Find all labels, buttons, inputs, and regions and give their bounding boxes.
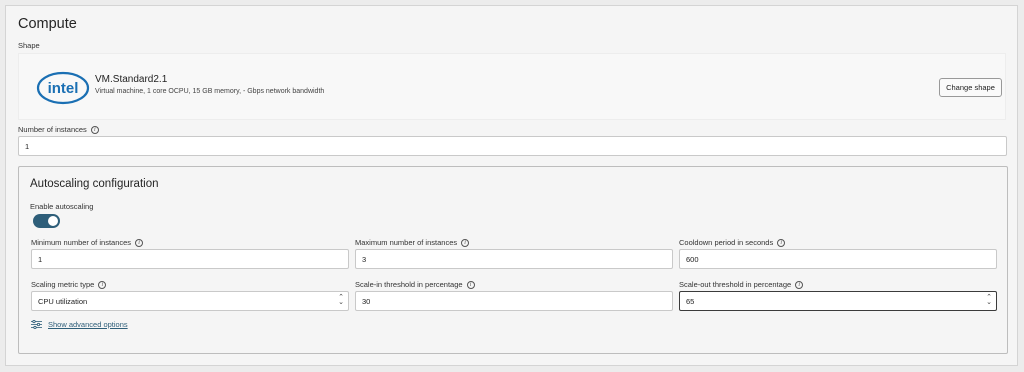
number-of-instances-input[interactable]: 1	[18, 136, 1007, 156]
scale-out-input[interactable]: 65 ⌃ ⌄	[679, 291, 997, 311]
shape-name: VM.Standard2.1	[95, 74, 168, 85]
info-icon[interactable]: i	[795, 280, 804, 289]
scale-in-input[interactable]: 30	[355, 291, 673, 311]
intel-logo: intel	[36, 71, 90, 105]
toggle-knob	[48, 216, 58, 226]
max-instances-input[interactable]: 3	[355, 249, 673, 269]
shape-card: intel VM.Standard2.1 Virtual machine, 1 …	[18, 53, 1006, 120]
autoscaling-title: Autoscaling configuration	[30, 178, 159, 190]
min-instances-label: Minimum number of instances i	[31, 238, 144, 247]
info-icon[interactable]: i	[777, 238, 786, 247]
enable-autoscaling-toggle[interactable]	[33, 214, 60, 228]
enable-autoscaling-label: Enable autoscaling	[30, 202, 94, 211]
autoscaling-section: Autoscaling configuration Enable autosca…	[18, 166, 1008, 354]
sliders-icon	[31, 320, 42, 329]
section-title: Compute	[18, 16, 77, 32]
show-advanced-options-link[interactable]: Show advanced options	[31, 320, 128, 329]
svg-text:intel: intel	[48, 80, 79, 97]
up-down-chevron-icon: ⌃ ⌄	[338, 294, 344, 306]
min-instances-input[interactable]: 1	[31, 249, 349, 269]
cooldown-input[interactable]: 600	[679, 249, 997, 269]
info-icon[interactable]: i	[466, 280, 475, 289]
compute-panel: Compute Shape intel VM.Standard2.1 Virtu…	[5, 5, 1018, 366]
cooldown-label: Cooldown period in seconds i	[679, 238, 786, 247]
scale-out-label: Scale-out threshold in percentage i	[679, 280, 804, 289]
max-instances-label: Maximum number of instances i	[355, 238, 470, 247]
info-icon[interactable]: i	[98, 280, 107, 289]
scale-in-label: Scale-in threshold in percentage i	[355, 280, 475, 289]
metric-type-label: Scaling metric type i	[31, 280, 107, 289]
info-icon[interactable]: i	[461, 238, 470, 247]
up-down-chevron-icon[interactable]: ⌃ ⌄	[986, 294, 992, 306]
metric-type-select[interactable]: CPU utilization ⌃ ⌄	[31, 291, 349, 311]
instances-label: Number of instances i	[18, 125, 99, 134]
info-icon[interactable]: i	[135, 238, 144, 247]
shape-label: Shape	[18, 41, 40, 50]
shape-description: Virtual machine, 1 core OCPU, 15 GB memo…	[95, 88, 325, 95]
info-icon[interactable]: i	[90, 125, 99, 134]
change-shape-button[interactable]: Change shape	[939, 78, 1002, 97]
